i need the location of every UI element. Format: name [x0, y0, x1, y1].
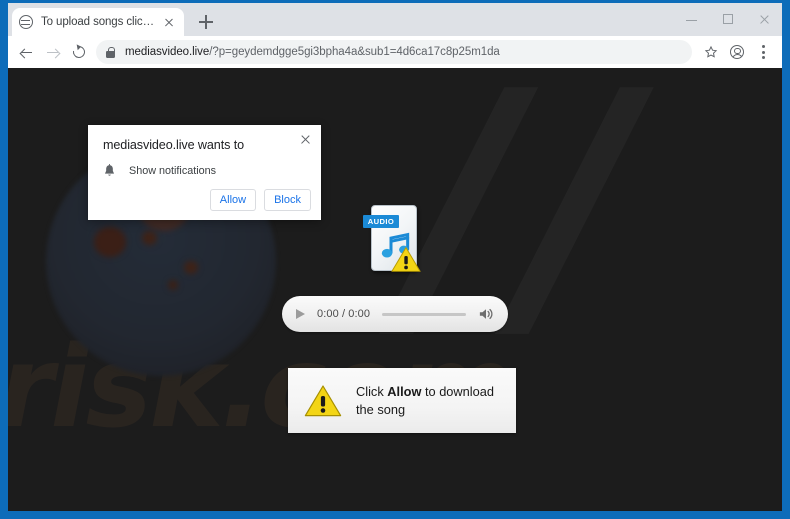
reload-button[interactable]	[66, 39, 92, 65]
close-window-button[interactable]	[746, 3, 782, 36]
tab-close-icon[interactable]	[161, 14, 177, 30]
page-viewport: // risk.com AUDIO 0:00 / 0:00 Click Allo…	[8, 68, 782, 511]
dialog-title: mediasvideo.live wants to	[103, 138, 245, 152]
browser-toolbar: mediasvideo.live/?p=geydemdgge5gi3bpha4a…	[8, 36, 782, 68]
audio-player[interactable]: 0:00 / 0:00	[282, 296, 508, 332]
audio-badge: AUDIO	[363, 215, 399, 228]
url-path: /?p=geydemdgge5gi3bpha4a&sub1=4d6ca17c8p…	[209, 46, 500, 58]
kebab-menu-icon	[761, 44, 765, 60]
minimize-button[interactable]	[674, 3, 710, 36]
background-speck	[142, 231, 157, 245]
background-speck	[168, 280, 178, 290]
globe-icon	[19, 15, 33, 29]
url-text: mediasvideo.live/?p=geydemdgge5gi3bpha4a…	[125, 46, 500, 58]
volume-icon[interactable]	[478, 307, 494, 321]
back-button[interactable]	[14, 39, 40, 65]
banner-text: Click Allow to download the song	[356, 383, 494, 418]
window-controls	[674, 3, 782, 36]
bookmark-button[interactable]	[698, 39, 724, 65]
banner-text-line2: the song	[356, 401, 406, 417]
banner-text-bold: Allow	[387, 384, 422, 400]
browser-tab[interactable]: To upload songs click Allow	[12, 8, 184, 36]
forward-arrow-icon	[47, 48, 58, 58]
lock-icon	[106, 46, 116, 58]
screenshot-root: To upload songs click Allow	[0, 0, 790, 519]
audio-time: 0:00 / 0:00	[317, 308, 371, 320]
banner-text-after: to download	[421, 384, 494, 400]
dialog-actions: Allow Block	[209, 189, 311, 211]
back-arrow-icon	[21, 48, 32, 58]
tab-title: To upload songs click Allow	[41, 16, 157, 28]
dialog-close-icon[interactable]	[297, 131, 314, 148]
banner-text-before: Click	[356, 384, 388, 400]
click-allow-banner: Click Allow to download the song	[288, 368, 516, 433]
profile-avatar-icon	[730, 45, 744, 59]
warning-triangle-icon	[391, 247, 421, 272]
forward-button[interactable]	[40, 39, 66, 65]
profile-button[interactable]	[724, 39, 750, 65]
background-speck	[94, 227, 126, 257]
bell-icon	[104, 164, 115, 176]
allow-button[interactable]: Allow	[209, 189, 257, 211]
browser-menu-button[interactable]	[750, 39, 776, 65]
reload-icon	[70, 43, 88, 61]
permission-row: Show notifications	[103, 164, 216, 178]
block-button[interactable]: Block	[264, 189, 311, 211]
tab-strip: To upload songs click Allow	[8, 3, 782, 36]
star-icon	[704, 45, 718, 58]
address-bar[interactable]: mediasvideo.live/?p=geydemdgge5gi3bpha4a…	[96, 40, 692, 64]
audio-progress-bar[interactable]	[382, 312, 466, 316]
notification-permission-dialog: mediasvideo.live wants to Show notificat…	[88, 125, 321, 220]
warning-triangle-icon	[304, 384, 342, 416]
url-host: mediasvideo.live	[125, 46, 210, 58]
play-icon[interactable]	[296, 309, 305, 319]
background-speck	[184, 261, 198, 274]
audio-file-icon: AUDIO	[363, 205, 421, 277]
permission-label: Show notifications	[129, 165, 217, 177]
browser-window: To upload songs click Allow	[8, 3, 782, 511]
maximize-button[interactable]	[710, 3, 746, 36]
new-tab-button[interactable]	[194, 10, 218, 34]
